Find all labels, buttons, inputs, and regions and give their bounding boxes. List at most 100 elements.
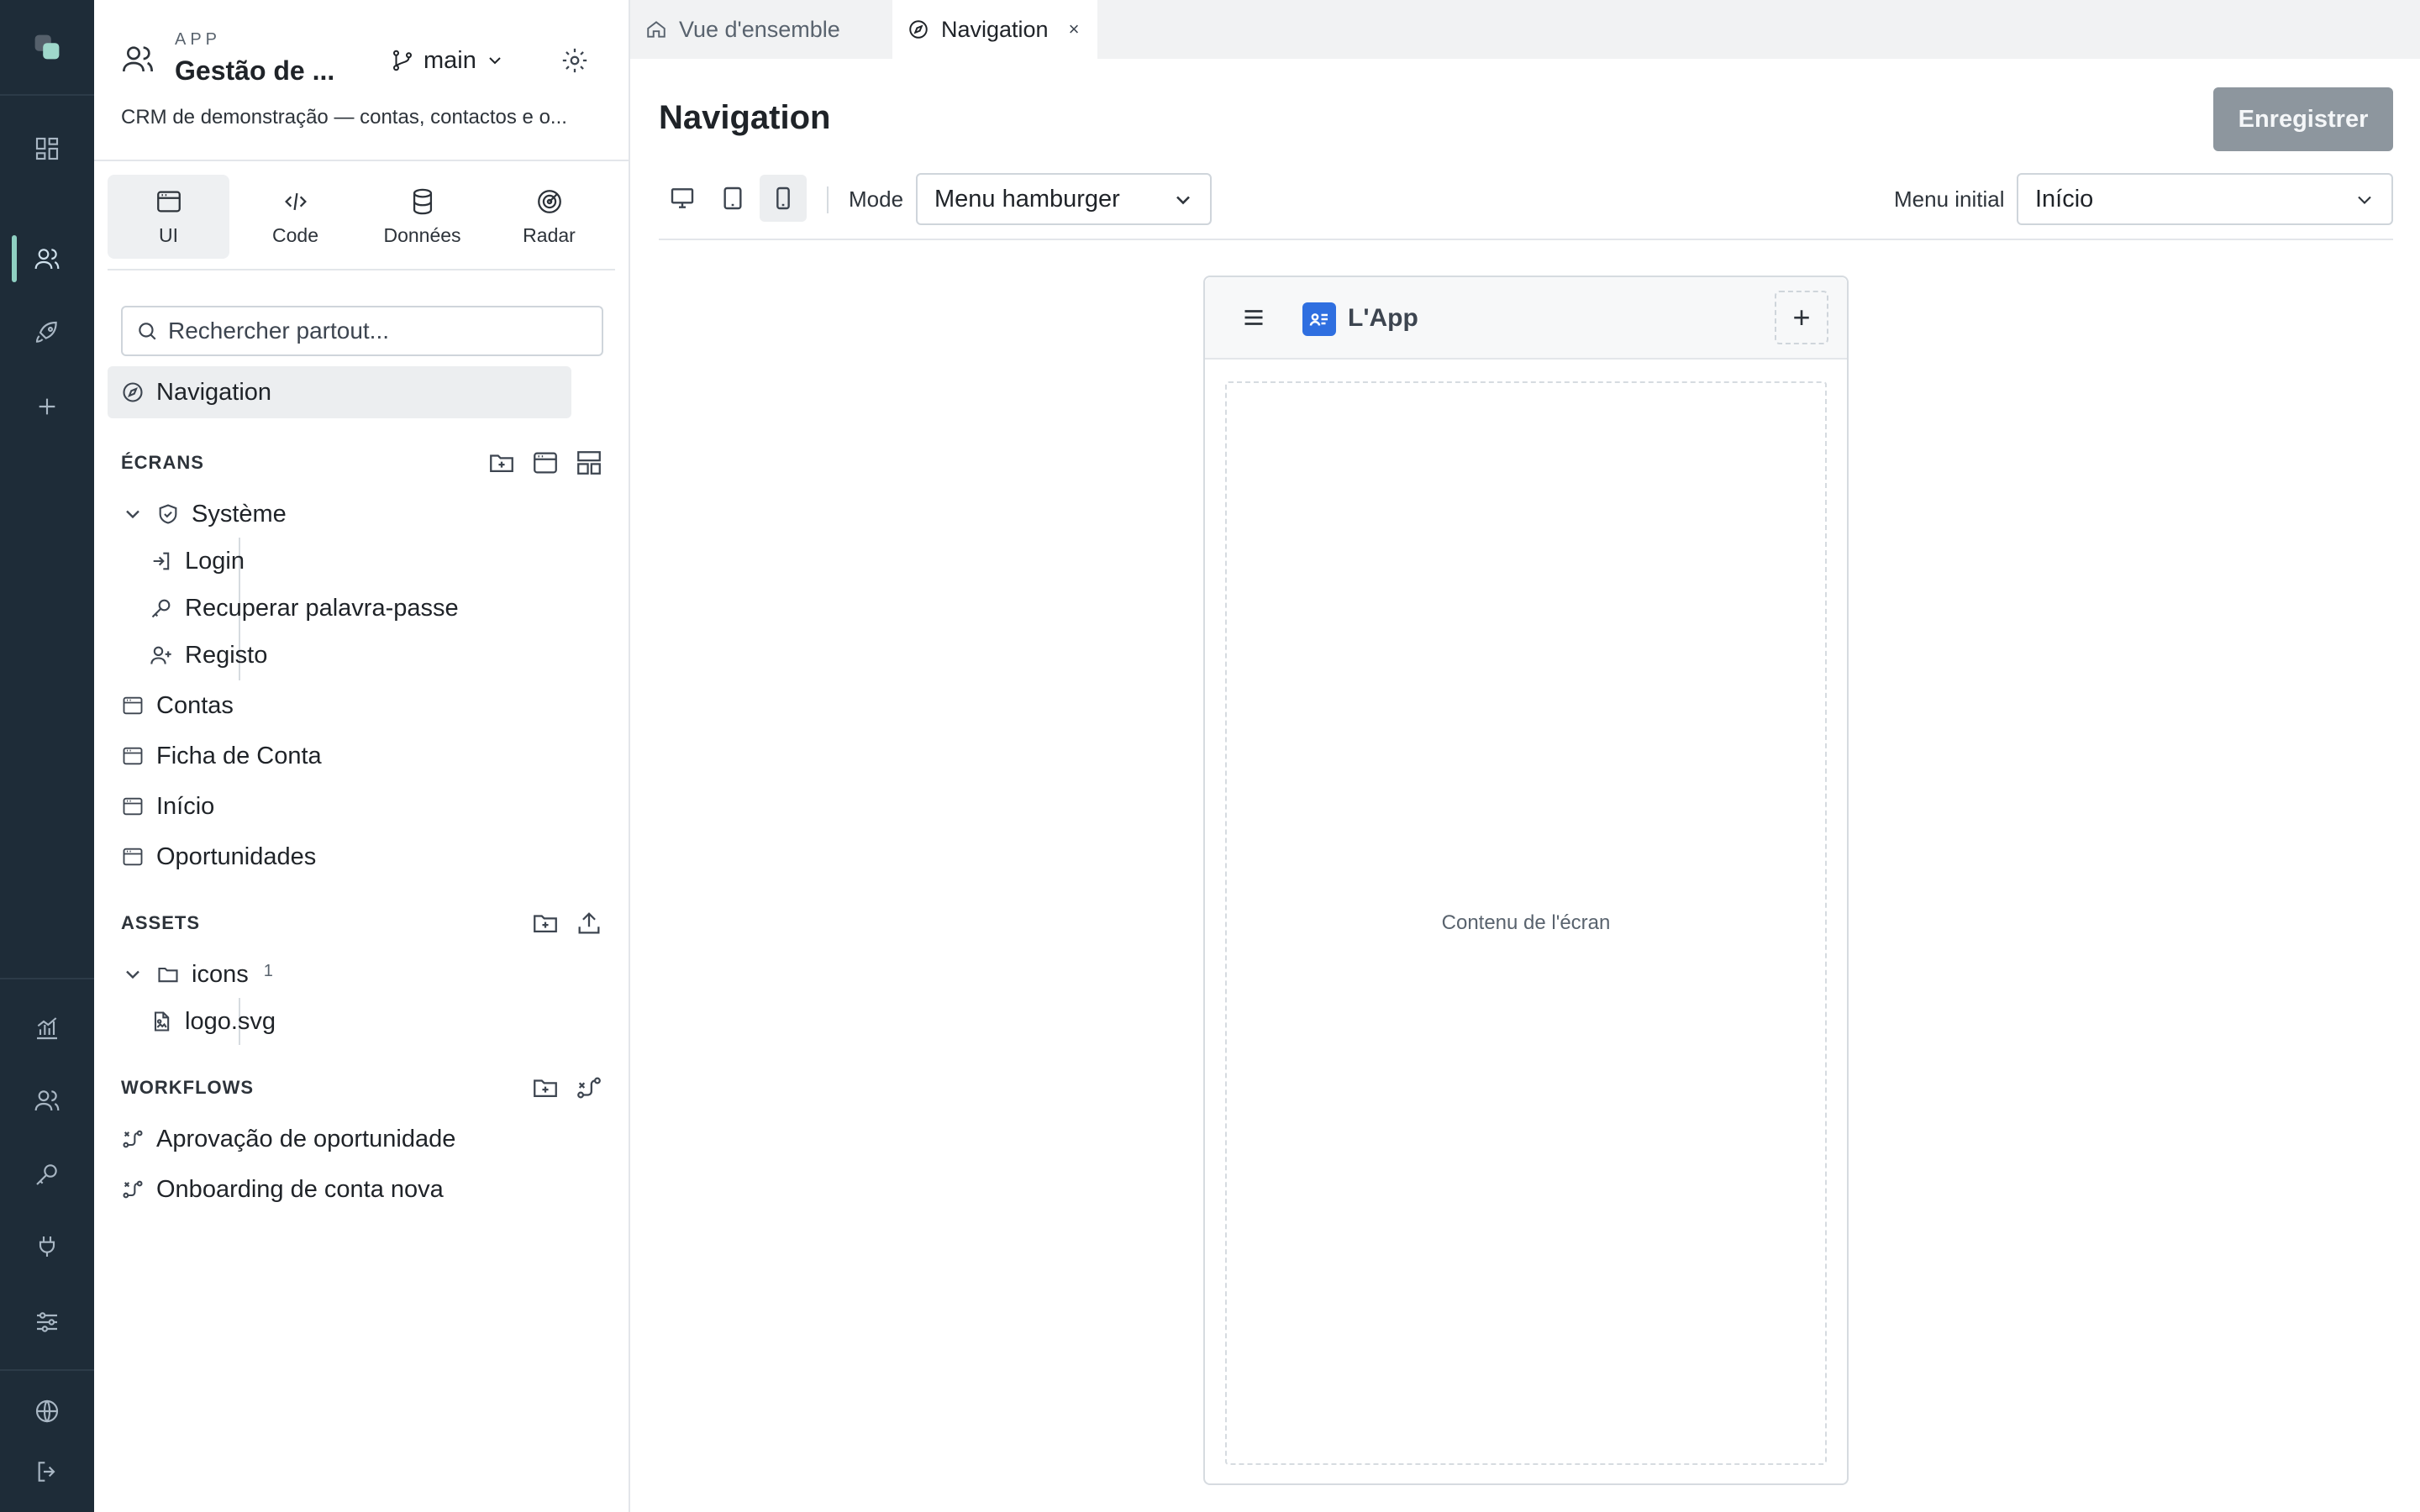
window-icon [155, 187, 183, 216]
tree-item-label: Ficha de Conta [156, 742, 322, 769]
tree-item-registo[interactable]: Registo [150, 633, 267, 677]
section-screens-header: ÉCRANS [121, 446, 603, 480]
tree-item-recuperar-palavra-passe[interactable]: Recuperar palavra-passe [150, 586, 459, 630]
key-icon [150, 596, 173, 620]
login-icon [150, 549, 173, 573]
key-icon[interactable] [24, 1151, 71, 1198]
tree-item-label: Login [185, 547, 245, 575]
mode-tab-code[interactable]: Code [234, 175, 356, 259]
branch-name: main [424, 46, 476, 74]
app-title[interactable]: Gestão de ... [175, 55, 334, 87]
gear-icon[interactable] [558, 44, 592, 77]
globe-icon[interactable] [24, 1388, 71, 1435]
smartphone-icon [770, 185, 797, 212]
mode-tab-radar[interactable]: Radar [488, 175, 610, 259]
app-logo-icon[interactable] [24, 24, 71, 71]
sidebar: APP Gestão de ... main CRM de demonstraç… [94, 0, 630, 1512]
mode-select[interactable]: Menu hamburger [916, 173, 1212, 225]
mode-tab-label: Code [272, 223, 318, 246]
team-icon[interactable] [24, 1077, 71, 1124]
toolbar-divider [827, 186, 829, 213]
desktop-preview-button[interactable] [659, 175, 706, 222]
screen-content-label: Contenu de l'écran [1441, 911, 1611, 934]
sidebar-item-label: Navigation [156, 378, 272, 406]
mode-tab-ui[interactable]: UI [108, 175, 229, 259]
folder-plus-icon[interactable] [531, 909, 560, 937]
compass-icon [121, 381, 145, 404]
search-icon [136, 320, 158, 342]
preview-app-name: L'App [1348, 304, 1418, 332]
mode-tab-label: Radar [523, 223, 576, 246]
add-nav-item-button[interactable]: + [1775, 291, 1828, 344]
tree-item-label: logo.svg [185, 1007, 276, 1035]
mobile-preview-button[interactable] [760, 175, 807, 222]
tree-folder-icons[interactable]: icons 1 [121, 953, 273, 996]
user-plus-icon [150, 643, 173, 667]
rail-divider [0, 978, 94, 979]
chevron-down-icon [2353, 188, 2376, 212]
tree-item-label: Contas [156, 691, 234, 719]
preview-app-header: L'App + [1205, 277, 1847, 360]
window-icon [121, 694, 145, 717]
tree-item-label: Início [156, 792, 215, 820]
layout-template-icon[interactable] [575, 449, 603, 477]
tree-item-label: Oportunidades [156, 843, 317, 870]
save-button[interactable]: Enregistrer [2213, 87, 2393, 151]
tree-group-systeme[interactable]: Système [121, 492, 287, 536]
chevron-down-icon [1171, 188, 1195, 212]
tree-item-workflow[interactable]: Onboarding de conta nova [121, 1168, 444, 1211]
rail-active-indicator [12, 235, 17, 282]
tab-label: Vue d'ensemble [679, 16, 840, 42]
workflow-icon [121, 1127, 145, 1151]
tree-item-ficha-de-conta[interactable]: Ficha de Conta [121, 734, 322, 778]
sidebar-divider [108, 269, 615, 270]
close-icon[interactable]: × [1069, 18, 1080, 40]
mode-tab-donnees[interactable]: Données [361, 175, 483, 259]
app-description: CRM de demonstração — contas, contactos … [121, 106, 567, 129]
tree-item-label: Aprovação de oportunidade [156, 1125, 456, 1152]
logout-icon[interactable] [24, 1448, 71, 1495]
upload-icon[interactable] [575, 909, 603, 937]
app-logo-icon [1302, 302, 1336, 336]
users-icon[interactable] [24, 235, 71, 282]
rail-divider [0, 94, 94, 96]
folder-plus-icon[interactable] [531, 1074, 560, 1102]
app-kicker: APP [175, 30, 222, 49]
mode-select-value: Menu hamburger [934, 185, 1120, 213]
git-branch-icon [390, 48, 415, 73]
dashboard-icon[interactable] [24, 125, 71, 172]
tree-item-logo-svg[interactable]: logo.svg [150, 1000, 276, 1043]
plus-icon[interactable] [24, 383, 71, 430]
plug-icon[interactable] [24, 1223, 71, 1270]
navigation-toolbar: Mode Menu hamburger Menu initial Início [659, 173, 2393, 240]
initial-menu-select[interactable]: Início [2017, 173, 2393, 225]
sidebar-item-navigation[interactable]: Navigation [108, 366, 571, 418]
branch-selector[interactable]: main [390, 45, 505, 76]
add-screen-icon[interactable] [531, 449, 560, 477]
tree-group-label: Système [192, 500, 287, 528]
folder-plus-icon[interactable] [487, 449, 516, 477]
tree-item-contas[interactable]: Contas [121, 684, 234, 727]
tab-navigation[interactable]: Navigation × [892, 0, 1097, 59]
tab-label: Navigation [941, 16, 1049, 42]
tab-vue-d-ensemble[interactable]: Vue d'ensemble [630, 0, 892, 59]
page-title: Navigation [659, 99, 831, 136]
monitor-icon [669, 185, 696, 212]
tree-item-inicio[interactable]: Início [121, 785, 214, 828]
file-image-icon [150, 1010, 173, 1033]
window-icon [121, 795, 145, 818]
hamburger-menu-icon[interactable] [1239, 302, 1272, 333]
search-input[interactable] [168, 318, 588, 344]
tree-item-login[interactable]: Login [150, 539, 245, 583]
sliders-icon[interactable] [24, 1299, 71, 1346]
mobile-preview-frame: L'App + Contenu de l'écran [1203, 276, 1849, 1485]
tree-item-workflow[interactable]: Aprovação de oportunidade [121, 1117, 455, 1161]
mode-label: Mode [849, 186, 904, 212]
tree-item-oportunidades[interactable]: Oportunidades [121, 835, 316, 879]
code-icon [281, 187, 310, 216]
analytics-icon[interactable] [24, 1005, 71, 1052]
tablet-preview-button[interactable] [709, 175, 756, 222]
rocket-icon[interactable] [24, 309, 71, 356]
workflow-icon[interactable] [575, 1074, 603, 1102]
window-icon [121, 845, 145, 869]
